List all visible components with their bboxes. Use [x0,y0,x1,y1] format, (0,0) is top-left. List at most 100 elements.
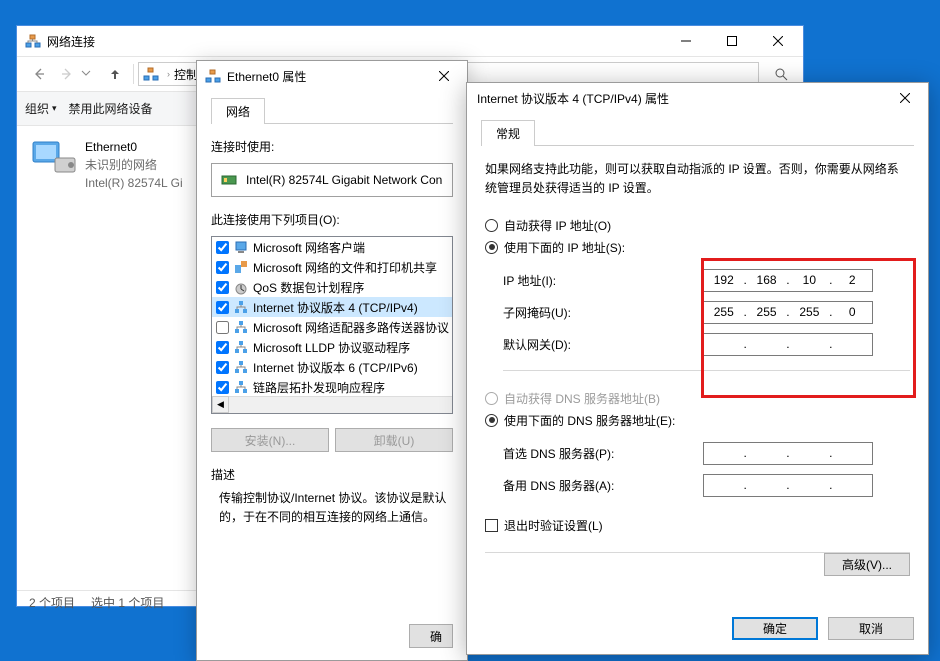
close-button[interactable] [421,61,467,91]
component-label: Internet 协议版本 6 (TCP/IPv6) [253,359,418,376]
disable-device-button[interactable]: 禁用此网络设备 [69,100,153,117]
radio-label: 使用下面的 DNS 服务器地址(E): [504,412,675,429]
nav-history-icon[interactable] [81,67,101,81]
subnet-mask-input[interactable]: 255.255.255.0 [703,301,873,324]
status-count: 2 个项目 [29,594,75,611]
titlebar[interactable]: Ethernet0 属性 [197,61,467,91]
component-checkbox[interactable] [216,321,229,334]
component-label: QoS 数据包计划程序 [253,279,364,296]
component-label: Microsoft LLDP 协议驱动程序 [253,339,410,356]
ip-octet[interactable]: 255 [794,305,824,319]
tab-strip: 网络 [211,101,453,124]
proto-icon [233,339,249,355]
dns-primary-label: 首选 DNS 服务器(P): [503,445,703,462]
network-folder-icon [143,66,159,82]
scrollbar[interactable] [229,396,452,413]
cancel-button[interactable]: 取消 [828,617,914,640]
ok-button[interactable]: 确定 [732,617,818,640]
ethernet-properties-dialog: Ethernet0 属性 网络 连接时使用: Intel(R) 82574L G… [196,60,468,661]
adapter-name: Ethernet0 [85,138,183,156]
adapter-selector[interactable]: Intel(R) 82574L Gigabit Network Con [211,163,453,197]
network-icon [25,33,41,49]
titlebar[interactable]: 网络连接 [17,26,803,56]
component-checkbox[interactable] [216,261,229,274]
radio-label: 自动获得 IP 地址(O) [504,217,611,234]
nav-fwd-icon[interactable] [53,60,81,88]
dialog-title: Ethernet0 属性 [227,68,421,85]
ethernet-adapter-icon [29,138,77,178]
proto-icon [233,379,249,395]
proto-icon [233,359,249,375]
radio-icon [485,414,498,427]
radio-icon [485,219,498,232]
radio-icon [485,241,498,254]
qos-icon [233,279,249,295]
component-checkbox[interactable] [216,361,229,374]
ip-octet[interactable]: 192 [709,273,739,287]
tab-general[interactable]: 常规 [481,120,535,146]
ip-octet[interactable]: 255 [752,305,782,319]
dns-primary-input[interactable]: ... [703,442,873,465]
component-checkbox[interactable] [216,241,229,254]
description-label: 描述 [211,466,453,483]
radio-dns-manual[interactable]: 使用下面的 DNS 服务器地址(E): [485,409,910,431]
description-text: 传输控制协议/Internet 协议。该协议是默认的，于在不同的相互连接的网络上… [211,489,453,527]
checkbox-icon [485,519,498,532]
radio-ip-auto[interactable]: 自动获得 IP 地址(O) [485,214,910,236]
component-item[interactable]: Microsoft 网络适配器多路传送器协议 [212,317,452,337]
component-item[interactable]: Microsoft 网络的文件和打印机共享 [212,257,452,277]
radio-label: 自动获得 DNS 服务器地址(B) [504,390,660,407]
component-label: Microsoft 网络客户端 [253,239,365,256]
ip-octet[interactable]: 255 [709,305,739,319]
component-label: Microsoft 网络适配器多路传送器协议 [253,319,449,336]
proto-icon [233,319,249,335]
component-item[interactable]: Internet 协议版本 4 (TCP/IPv4) [212,297,452,317]
window-title: 网络连接 [47,33,663,50]
uninstall-button[interactable]: 卸载(U) [335,428,453,452]
component-item[interactable]: Microsoft LLDP 协议驱动程序 [212,337,452,357]
component-checkbox[interactable] [216,301,229,314]
ip-octet[interactable]: 2 [837,273,867,287]
advanced-button[interactable]: 高级(V)... [824,553,910,576]
gateway-input[interactable]: ... [703,333,873,356]
component-item[interactable]: Internet 协议版本 6 (TCP/IPv6) [212,357,452,377]
component-list[interactable]: Microsoft 网络客户端 Microsoft 网络的文件和打印机共享 QoS … [211,236,453,414]
nav-up-icon[interactable] [101,67,129,81]
ip-address-input[interactable]: 192.168.10.2 [703,269,873,292]
component-item[interactable]: Microsoft 网络客户端 [212,237,452,257]
titlebar[interactable]: Internet 协议版本 4 (TCP/IPv4) 属性 [467,83,928,113]
ip-octet[interactable]: 10 [794,273,824,287]
component-label: Microsoft 网络的文件和打印机共享 [253,259,437,276]
components-label: 此连接使用下列项目(O): [211,211,453,228]
adapter-status: 未识别的网络 [85,156,183,174]
scroll-left-icon[interactable]: ◀ [212,396,229,413]
minimize-button[interactable] [663,26,709,56]
dns-secondary-input[interactable]: ... [703,474,873,497]
component-label: Internet 协议版本 4 (TCP/IPv4) [253,299,418,316]
ip-address-label: IP 地址(I): [503,272,703,289]
tab-network[interactable]: 网络 [211,98,265,124]
validate-on-exit-checkbox[interactable]: 退出时验证设置(L) [485,517,910,534]
subnet-mask-label: 子网掩码(U): [503,304,703,321]
maximize-button[interactable] [709,26,755,56]
ok-button[interactable]: 确 [409,624,453,648]
component-item[interactable]: 链路层拓扑发现响应程序 [212,377,452,397]
component-item[interactable]: QoS 数据包计划程序 [212,277,452,297]
ip-octet[interactable]: 168 [752,273,782,287]
close-button[interactable] [755,26,801,56]
component-checkbox[interactable] [216,381,229,394]
dns-secondary-label: 备用 DNS 服务器(A): [503,477,703,494]
dialog-title: Internet 协议版本 4 (TCP/IPv4) 属性 [477,90,882,107]
radio-ip-manual[interactable]: 使用下面的 IP 地址(S): [485,236,910,258]
component-checkbox[interactable] [216,341,229,354]
adapter-name: Intel(R) 82574L Gigabit Network Con [246,173,442,187]
close-button[interactable] [882,83,928,113]
organize-menu[interactable]: 组织▾ [25,100,57,117]
install-button[interactable]: 安装(N)... [211,428,329,452]
component-checkbox[interactable] [216,281,229,294]
ip-octet[interactable]: 0 [837,305,867,319]
radio-icon [485,392,498,405]
nav-back-icon[interactable] [25,60,53,88]
connect-using-label: 连接时使用: [211,138,453,155]
radio-dns-auto: 自动获得 DNS 服务器地址(B) [485,387,910,409]
